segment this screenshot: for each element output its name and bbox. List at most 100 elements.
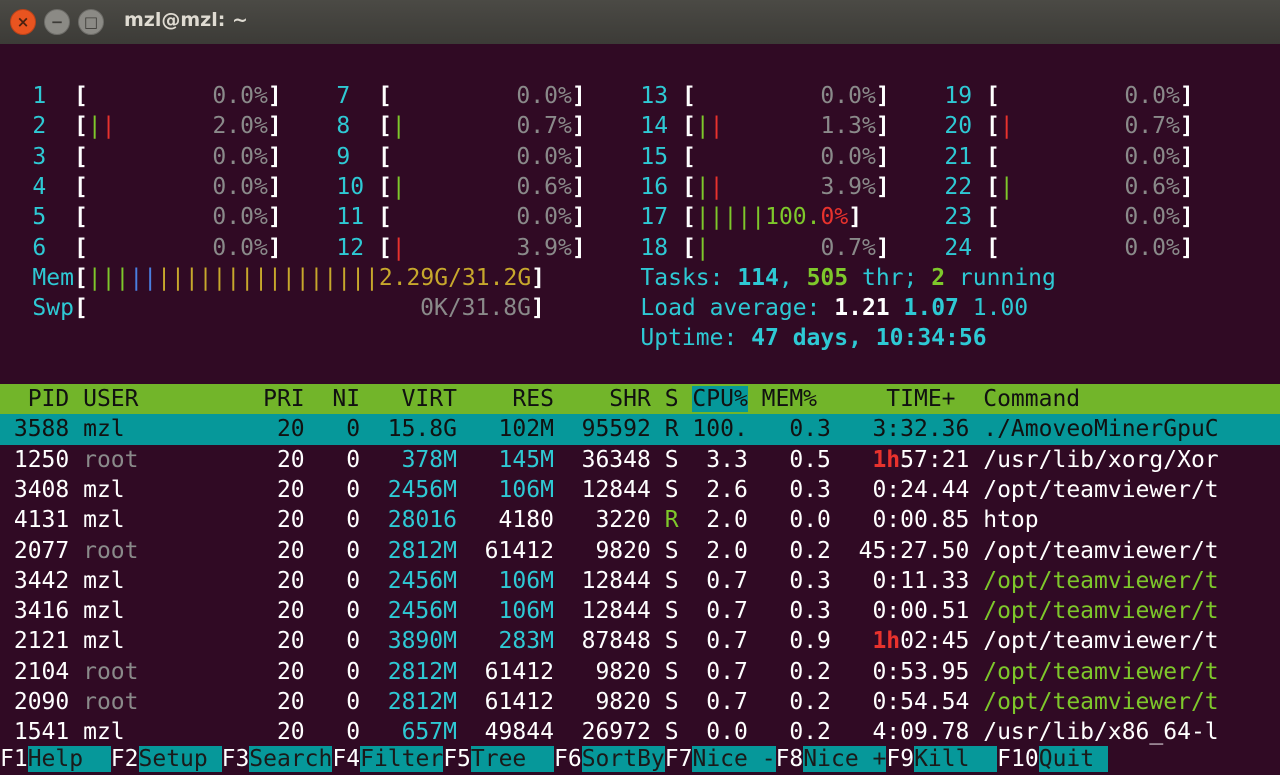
table-row[interactable]: 3588 mzl 20 0 15.8G 102M 95592 R 100. 0.… xyxy=(0,414,1280,445)
column-header-virt[interactable]: VIRT xyxy=(374,386,471,412)
column-header-pri[interactable]: PRI xyxy=(263,386,318,412)
shr: 36348 xyxy=(567,446,665,473)
column-header-res[interactable]: RES xyxy=(471,386,568,412)
meter-space xyxy=(1000,235,1125,261)
shr: 87848 xyxy=(567,628,665,655)
tasks-summary: Tasks: 114, 505 thr; 2 running xyxy=(640,263,1055,293)
meter-space xyxy=(88,83,213,109)
fkey-label-f2[interactable]: Setup xyxy=(138,745,222,772)
meter-bracket: ] xyxy=(875,234,890,261)
table-row[interactable]: 3416 mzl 20 0 2456M 106M 12844 S 0.7 0.3… xyxy=(0,596,1280,626)
column-header-command[interactable]: Command xyxy=(983,386,1218,412)
table-row[interactable]: 1250 root 20 0 378M 145M 36348 S 3.3 0.5… xyxy=(0,445,1280,475)
fkey-label-f10[interactable]: Quit xyxy=(1038,745,1108,772)
state: S xyxy=(664,658,693,685)
mem-percent: 0.2 xyxy=(761,658,845,685)
meter-bracket: ] xyxy=(531,264,546,291)
table-row[interactable]: 4131 mzl 20 0 28016 4180 3220 R 2.0 0.0 … xyxy=(0,505,1280,535)
nice: 0 xyxy=(318,507,374,534)
meter-bar: | xyxy=(337,264,352,291)
meter-bracket: ] xyxy=(1179,143,1194,170)
table-row[interactable]: 2090 root 20 0 2812M 61412 9820 S 0.7 0.… xyxy=(0,687,1280,717)
state: S xyxy=(664,446,693,473)
maximize-icon[interactable]: □ xyxy=(78,9,104,35)
state: S xyxy=(664,628,693,655)
meter-bracket: [ xyxy=(985,204,1000,231)
res: 49844 xyxy=(470,719,568,746)
time: 4:09.78 xyxy=(844,719,984,746)
load-label: Load average: xyxy=(640,295,835,322)
cpu-meter-14: 14 [|| 1.3%] xyxy=(640,111,889,141)
close-icon[interactable]: × xyxy=(10,9,36,35)
meter-bracket: [ xyxy=(377,83,392,109)
state: S xyxy=(664,537,693,564)
virt: 378M xyxy=(373,446,471,473)
memory-meter: Mem[|||||||||||||||||||||2.29G/31.2G] xyxy=(32,263,545,293)
cpu-number: 6 xyxy=(32,234,74,261)
fkey-label-f5[interactable]: Tree xyxy=(470,745,554,772)
meter-bracket: ] xyxy=(875,173,890,200)
cpu-number: 16 xyxy=(640,173,682,200)
fkey-label-f4[interactable]: Filter xyxy=(360,745,444,772)
command: /opt/teamviewer/t xyxy=(983,598,1219,625)
fkey-label-f3[interactable]: Search xyxy=(249,745,333,772)
meter-bracket: [ xyxy=(73,173,88,200)
meter-space xyxy=(724,174,821,200)
column-header-shr[interactable]: SHR xyxy=(568,386,665,412)
table-row[interactable]: 3408 mzl 20 0 2456M 106M 12844 S 2.6 0.3… xyxy=(0,475,1280,505)
res: 283M xyxy=(470,628,568,655)
nice: 0 xyxy=(318,476,374,503)
cpu-number: 24 xyxy=(944,234,986,261)
table-row[interactable]: 2077 root 20 0 2812M 61412 9820 S 2.0 0.… xyxy=(0,536,1280,566)
cpu-meter-7: 7 [ 0.0%] xyxy=(336,81,585,111)
fkey-label-f6[interactable]: SortBy xyxy=(581,745,665,772)
fkey-label-f7[interactable]: Nice - xyxy=(692,745,776,772)
meter-bracket: ] xyxy=(1179,234,1194,261)
virt: 2812M xyxy=(373,689,471,715)
meter-bracket: ] xyxy=(571,234,586,261)
meter-bar: | xyxy=(695,204,710,231)
mem-percent: 0.2 xyxy=(761,537,845,564)
cpu-percent: 100. xyxy=(765,204,821,231)
column-header-mem[interactable]: MEM% xyxy=(748,386,831,412)
meter-bracket: [ xyxy=(73,113,88,140)
table-row[interactable]: 2104 root 20 0 2812M 61412 9820 S 0.7 0.… xyxy=(0,657,1280,687)
meter-bar: | xyxy=(281,264,296,291)
uptime-label: Uptime: xyxy=(640,325,752,352)
command: /usr/lib/xorg/Xor xyxy=(983,446,1219,473)
shr: 9820 xyxy=(567,689,665,715)
column-header-cpu[interactable]: CPU% xyxy=(692,386,748,412)
cpu-number: 2 xyxy=(32,113,74,140)
column-header-user[interactable]: USER xyxy=(83,386,263,412)
cpu-percent: 0.7 xyxy=(692,628,762,655)
column-header-ni[interactable]: NI xyxy=(319,386,374,412)
command: htop xyxy=(983,507,1219,534)
pid: 4131 xyxy=(0,507,84,534)
meter-bar: | xyxy=(143,264,158,291)
cpu-percent: 0.0 xyxy=(692,719,762,746)
meter-bracket: ] xyxy=(267,113,282,140)
meter-bracket: [ xyxy=(73,83,88,109)
user: root xyxy=(83,537,264,564)
meter-space xyxy=(1000,144,1125,170)
load-average: Load average: 1.21 1.07 1.00 xyxy=(640,293,1028,323)
terminal[interactable]: 1 [ 0.0%] 2 [|| 2.0%] 3 [ 0.0%] 4 [ 0.0%] 5 … xyxy=(0,44,1280,775)
mem-label: Mem xyxy=(32,264,74,291)
meter-bar: | xyxy=(695,234,710,261)
meter-space xyxy=(1014,113,1125,139)
mem-percent: 0.3 xyxy=(761,476,845,503)
minimize-icon[interactable]: − xyxy=(44,9,70,35)
threads-count: 505 xyxy=(806,264,849,291)
table-row[interactable]: 2121 mzl 20 0 3890M 283M 87848 S 0.7 0.9… xyxy=(0,626,1280,656)
column-header-time[interactable]: TIME+ xyxy=(831,386,983,412)
column-header-s[interactable]: S xyxy=(665,386,693,412)
table-row[interactable]: 3442 mzl 20 0 2456M 106M 12844 S 0.7 0.3… xyxy=(0,566,1280,596)
fkey-label-f9[interactable]: Kill xyxy=(914,745,998,772)
cpu-percent: 0.0% xyxy=(212,234,268,261)
meter-bar: | xyxy=(695,113,710,140)
column-header-pid[interactable]: PID xyxy=(0,386,83,412)
fkey-label-f8[interactable]: Nice + xyxy=(803,745,887,772)
fkey-label-f1[interactable]: Help xyxy=(27,745,111,772)
meter-space xyxy=(1014,174,1125,200)
command: /opt/teamviewer/t xyxy=(983,689,1219,715)
